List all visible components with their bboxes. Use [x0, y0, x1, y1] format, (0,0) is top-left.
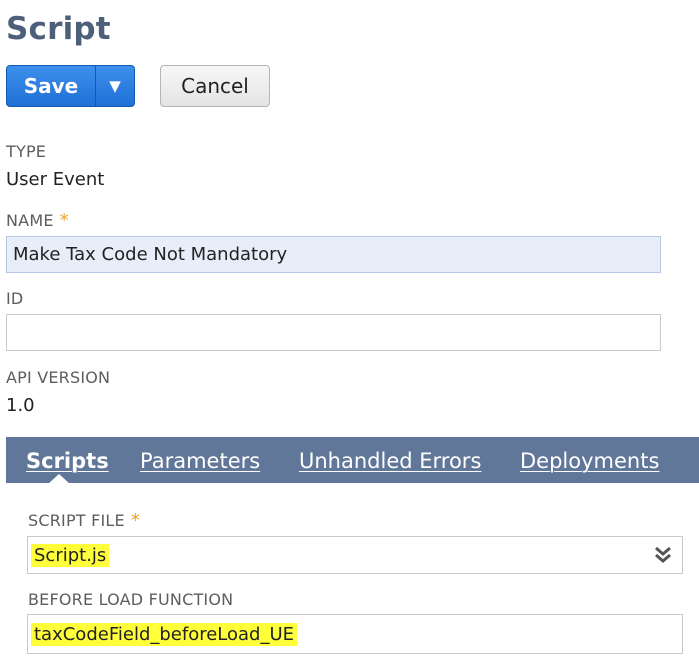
id-input[interactable]	[6, 314, 661, 351]
api-version-label: API VERSION	[6, 368, 111, 387]
script-file-select[interactable]: Script.js	[27, 536, 683, 574]
page-title: Script	[6, 11, 111, 47]
name-label-row: NAME *	[6, 210, 69, 231]
tab-deployments[interactable]: Deployments	[520, 437, 659, 483]
triangle-down-icon: ▼	[109, 77, 121, 95]
api-version-value: 1.0	[6, 395, 35, 416]
double-chevron-down-icon[interactable]	[654, 545, 672, 565]
name-label: NAME	[6, 211, 54, 230]
type-value: User Event	[6, 169, 105, 190]
required-mark: *	[59, 210, 69, 231]
name-input[interactable]: Make Tax Code Not Mandatory	[6, 236, 661, 273]
id-label: ID	[6, 289, 24, 308]
before-load-label: BEFORE LOAD FUNCTION	[28, 590, 234, 609]
save-menu-button[interactable]: ▼	[96, 66, 134, 106]
before-load-input[interactable]: taxCodeField_beforeLoad_UE	[27, 614, 683, 654]
required-mark: *	[130, 510, 141, 531]
cancel-button[interactable]: Cancel	[160, 65, 270, 107]
script-file-label: SCRIPT FILE	[28, 511, 125, 530]
active-tab-caret	[48, 474, 70, 484]
tab-parameters[interactable]: Parameters	[140, 437, 260, 483]
save-button-group: Save ▼	[6, 65, 135, 107]
type-label: TYPE	[6, 142, 47, 161]
save-button[interactable]: Save	[7, 66, 95, 106]
tab-unhandled-errors[interactable]: Unhandled Errors	[299, 437, 481, 483]
script-file-label-row: SCRIPT FILE *	[28, 510, 140, 531]
subtab-bar: Scripts Parameters Unhandled Errors Depl…	[6, 437, 699, 483]
before-load-value: taxCodeField_beforeLoad_UE	[31, 622, 298, 646]
script-file-value: Script.js	[31, 543, 110, 567]
